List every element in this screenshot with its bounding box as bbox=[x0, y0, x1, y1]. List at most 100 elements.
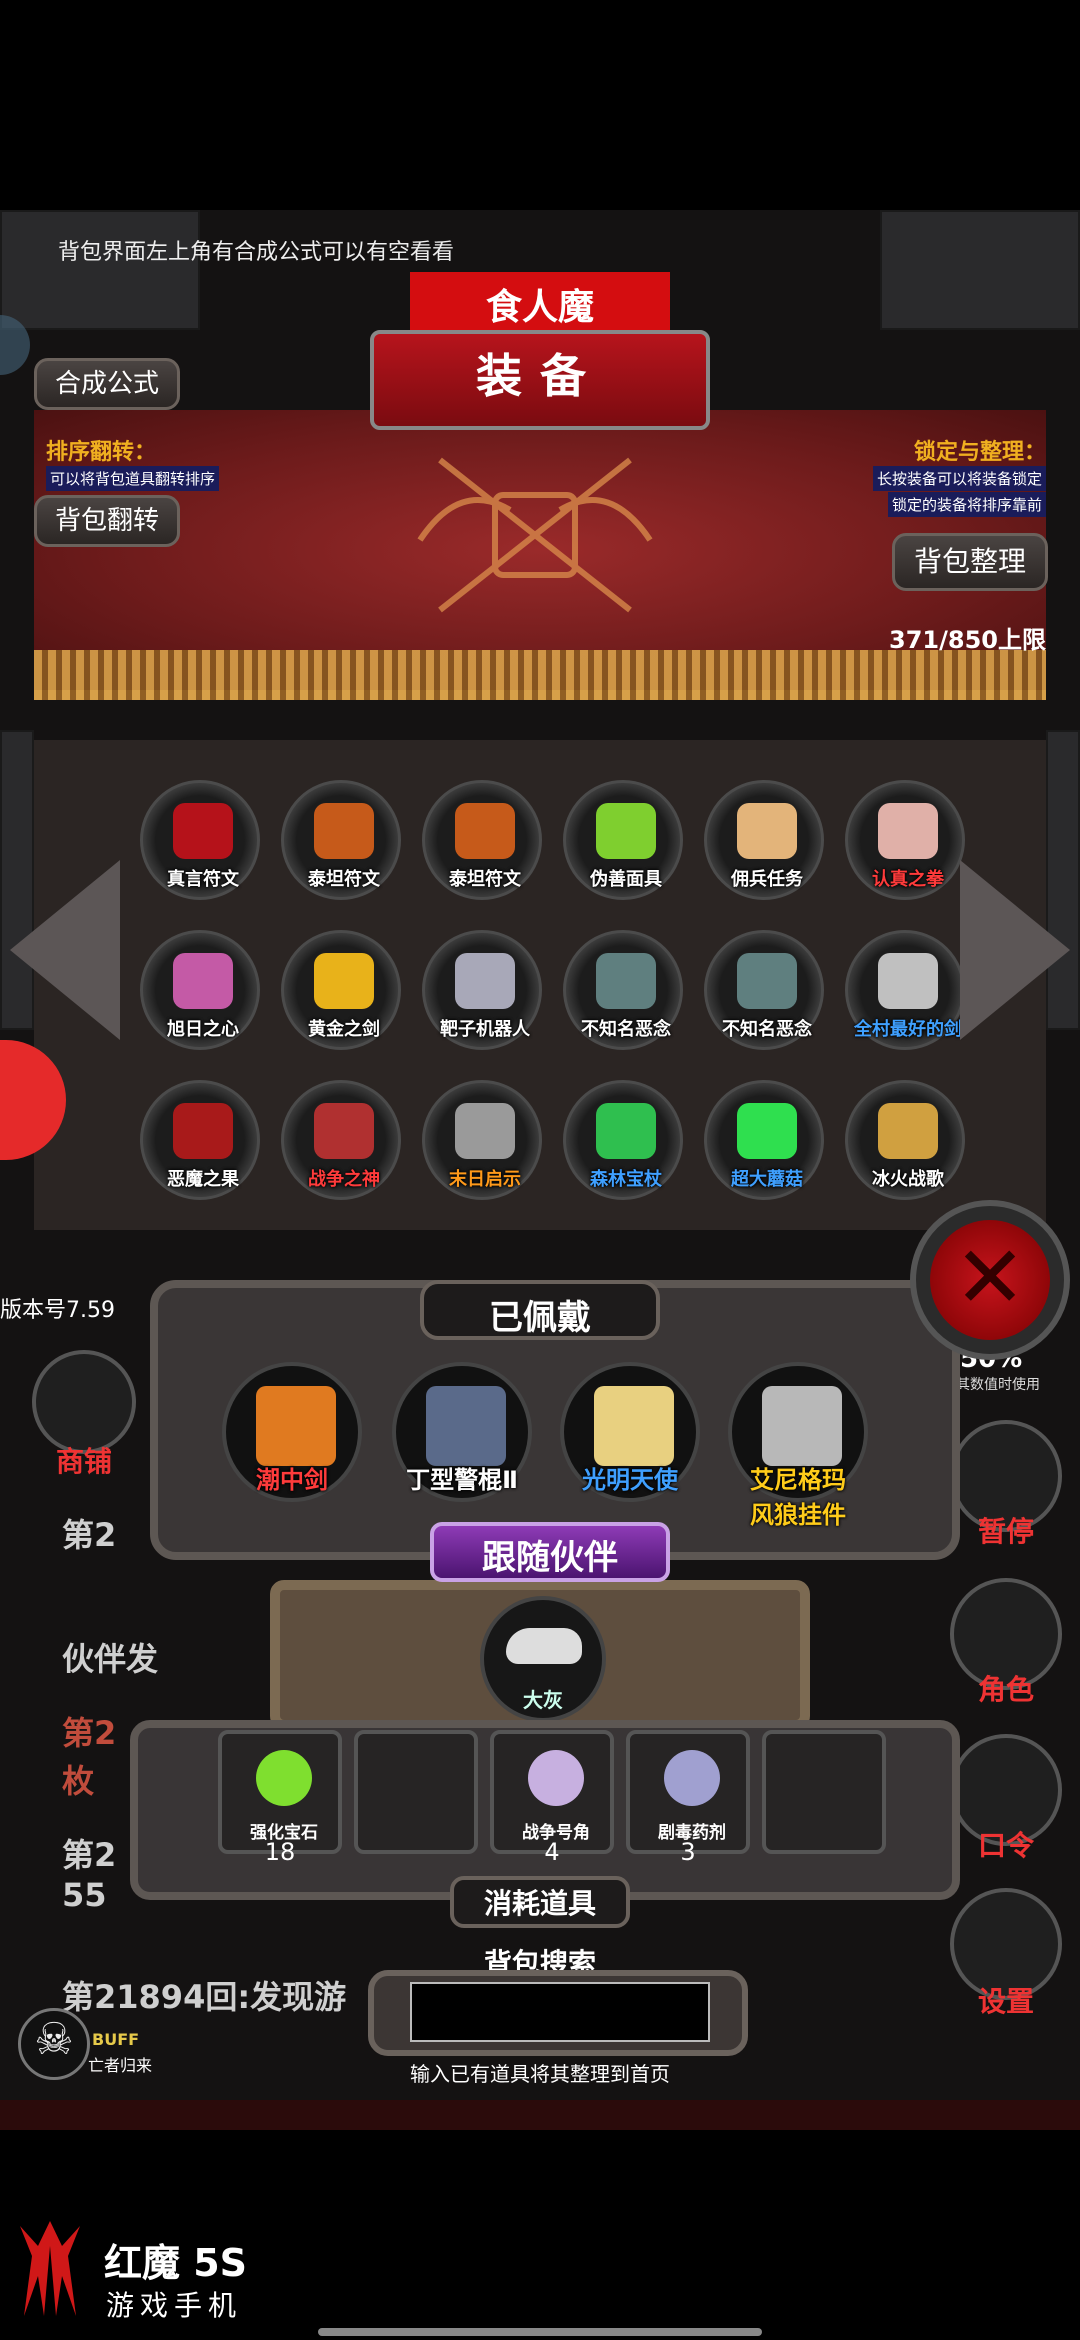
inventory-slot[interactable]: 伪善面具 bbox=[563, 780, 683, 900]
item-icon bbox=[314, 803, 374, 859]
item-label: 不知名恶念 bbox=[581, 1019, 671, 1040]
bottom-strip bbox=[0, 2100, 1080, 2130]
top-bar bbox=[0, 0, 1080, 210]
inventory-slot[interactable]: 恶魔之果 bbox=[140, 1080, 260, 1200]
item-icon bbox=[314, 953, 374, 1009]
inventory-slot[interactable]: 森林宝杖 bbox=[563, 1080, 683, 1200]
item-icon bbox=[455, 1103, 515, 1159]
search-input[interactable] bbox=[410, 1982, 710, 2042]
consumable-slot[interactable]: 战争号角 bbox=[490, 1730, 614, 1854]
buff-name: 亡者归来 bbox=[88, 2056, 153, 2075]
consumable-slot[interactable]: 剧毒药剂 bbox=[626, 1730, 750, 1854]
inventory-slot[interactable]: 泰坦符文 bbox=[281, 780, 401, 900]
consumable-icon bbox=[256, 1750, 312, 1806]
log-line: 55 bbox=[62, 1876, 107, 1914]
consumable-icon bbox=[528, 1750, 584, 1806]
item-icon bbox=[314, 1103, 374, 1159]
prev-page-arrow-icon[interactable] bbox=[10, 860, 120, 1040]
inventory-slot[interactable]: 全村最好的剑 bbox=[845, 930, 965, 1050]
shop-label[interactable]: 商铺 bbox=[32, 1440, 136, 1480]
inventory-slot[interactable]: 佣兵任务 bbox=[704, 780, 824, 900]
item-icon bbox=[455, 803, 515, 859]
stat-caption: 其数值时使用 bbox=[956, 1377, 1040, 1393]
item-label: 冰火战歌 bbox=[872, 1169, 944, 1190]
inventory-slot[interactable]: 真言符文 bbox=[140, 780, 260, 900]
item-label: 全村最好的剑 bbox=[854, 1019, 962, 1040]
item-label: 黄金之剑 bbox=[308, 1019, 380, 1040]
skull-icon: ☠ bbox=[34, 2014, 74, 2065]
equipped-item-icon bbox=[256, 1386, 336, 1466]
brand-subtitle: 游戏手机 bbox=[106, 2289, 243, 2322]
companion-name: 大灰 bbox=[523, 1688, 563, 1712]
equipped-title: 已佩戴 bbox=[489, 1298, 591, 1338]
inventory-slot[interactable]: 末日启示 bbox=[422, 1080, 542, 1200]
home-indicator[interactable] bbox=[318, 2328, 762, 2336]
pause-label[interactable]: 暂停 bbox=[950, 1510, 1062, 1550]
item-icon bbox=[737, 803, 797, 859]
inventory-slot[interactable]: 不知名恶念 bbox=[563, 930, 683, 1050]
follow-title: 跟随伙伴 bbox=[482, 1538, 618, 1578]
item-icon bbox=[596, 953, 656, 1009]
consumable-icon bbox=[664, 1750, 720, 1806]
consumable-slot[interactable]: 强化宝石 bbox=[218, 1730, 342, 1854]
log-line: 第2 bbox=[62, 1836, 117, 1874]
lock-desc-2: 锁定的装备将排序靠前 bbox=[887, 492, 1046, 517]
sort-flip-title: 排序翻转： bbox=[46, 440, 157, 465]
lock-desc-1: 长按装备可以将装备锁定 bbox=[872, 466, 1046, 491]
item-label: 森林宝杖 bbox=[590, 1169, 662, 1190]
log-line: 伙伴发 bbox=[62, 1640, 159, 1678]
close-icon[interactable]: ✕ bbox=[930, 1228, 1050, 1328]
formula-button[interactable]: 合成公式 bbox=[34, 358, 180, 410]
item-icon bbox=[596, 803, 656, 859]
inventory-slot[interactable]: 冰火战歌 bbox=[845, 1080, 965, 1200]
consumables-title: 消耗道具 bbox=[483, 1887, 596, 1920]
sort-flip-desc: 可以将背包道具翻转排序 bbox=[46, 466, 220, 491]
role-label[interactable]: 角色 bbox=[950, 1668, 1062, 1708]
version-label: 版本号7.59 bbox=[0, 1298, 115, 1323]
inventory-slot[interactable]: 靶子机器人 bbox=[422, 930, 542, 1050]
inventory-slot[interactable]: 泰坦符文 bbox=[422, 780, 542, 900]
item-icon bbox=[737, 953, 797, 1009]
inventory-slot[interactable]: 旭日之心 bbox=[140, 930, 260, 1050]
item-label: 靶子机器人 bbox=[440, 1019, 530, 1040]
red-magic-logo-icon bbox=[20, 2221, 80, 2316]
item-label: 战争之神 bbox=[308, 1169, 380, 1190]
item-icon bbox=[455, 953, 515, 1009]
sort-button[interactable]: 背包整理 bbox=[892, 533, 1048, 591]
equipped-item-label: 艾尼格玛 风狼挂件 bbox=[750, 1466, 846, 1529]
log-line: 第21894回:发现游 bbox=[62, 1978, 347, 2016]
log-line: 第2 bbox=[62, 1714, 117, 1752]
consumable-count: 3 bbox=[680, 1838, 696, 1866]
inventory-slot[interactable]: 不知名恶念 bbox=[704, 930, 824, 1050]
item-label: 超大蘑菇 bbox=[731, 1169, 803, 1190]
inventory-slot[interactable]: 黄金之剑 bbox=[281, 930, 401, 1050]
inventory-slot[interactable]: 战争之神 bbox=[281, 1080, 401, 1200]
consumable-slot[interactable] bbox=[354, 1730, 478, 1854]
next-page-arrow-icon[interactable] bbox=[960, 860, 1070, 1040]
item-icon bbox=[173, 803, 233, 859]
item-label: 旭日之心 bbox=[167, 1019, 239, 1040]
inventory-slot[interactable]: 认真之拳 bbox=[845, 780, 965, 900]
consumable-slot[interactable] bbox=[762, 1730, 886, 1854]
settings-label[interactable]: 设置 bbox=[950, 1980, 1062, 2020]
flip-button[interactable]: 背包翻转 bbox=[34, 495, 180, 547]
item-icon bbox=[173, 1103, 233, 1159]
shop-icon[interactable] bbox=[32, 1350, 136, 1454]
inventory-slot[interactable]: 超大蘑菇 bbox=[704, 1080, 824, 1200]
consumable-count: 18 bbox=[264, 1838, 296, 1866]
dolphin-icon bbox=[506, 1628, 582, 1664]
item-label: 不知名恶念 bbox=[722, 1019, 812, 1040]
banner-fringe bbox=[34, 650, 1046, 700]
equipped-item-icon bbox=[594, 1386, 674, 1466]
log-line: 第2 bbox=[62, 1516, 117, 1554]
tip-text: 背包界面左上角有合成公式可以有空看看 bbox=[58, 240, 455, 265]
boss-name: 食人魔 bbox=[485, 287, 594, 328]
item-label: 末日启示 bbox=[449, 1169, 521, 1190]
item-icon bbox=[878, 803, 938, 859]
item-icon bbox=[878, 1103, 938, 1159]
item-label: 伪善面具 bbox=[590, 869, 662, 890]
code-label[interactable]: 口令 bbox=[950, 1824, 1062, 1864]
item-icon bbox=[596, 1103, 656, 1159]
item-label: 真言符文 bbox=[167, 869, 239, 890]
item-icon bbox=[173, 953, 233, 1009]
